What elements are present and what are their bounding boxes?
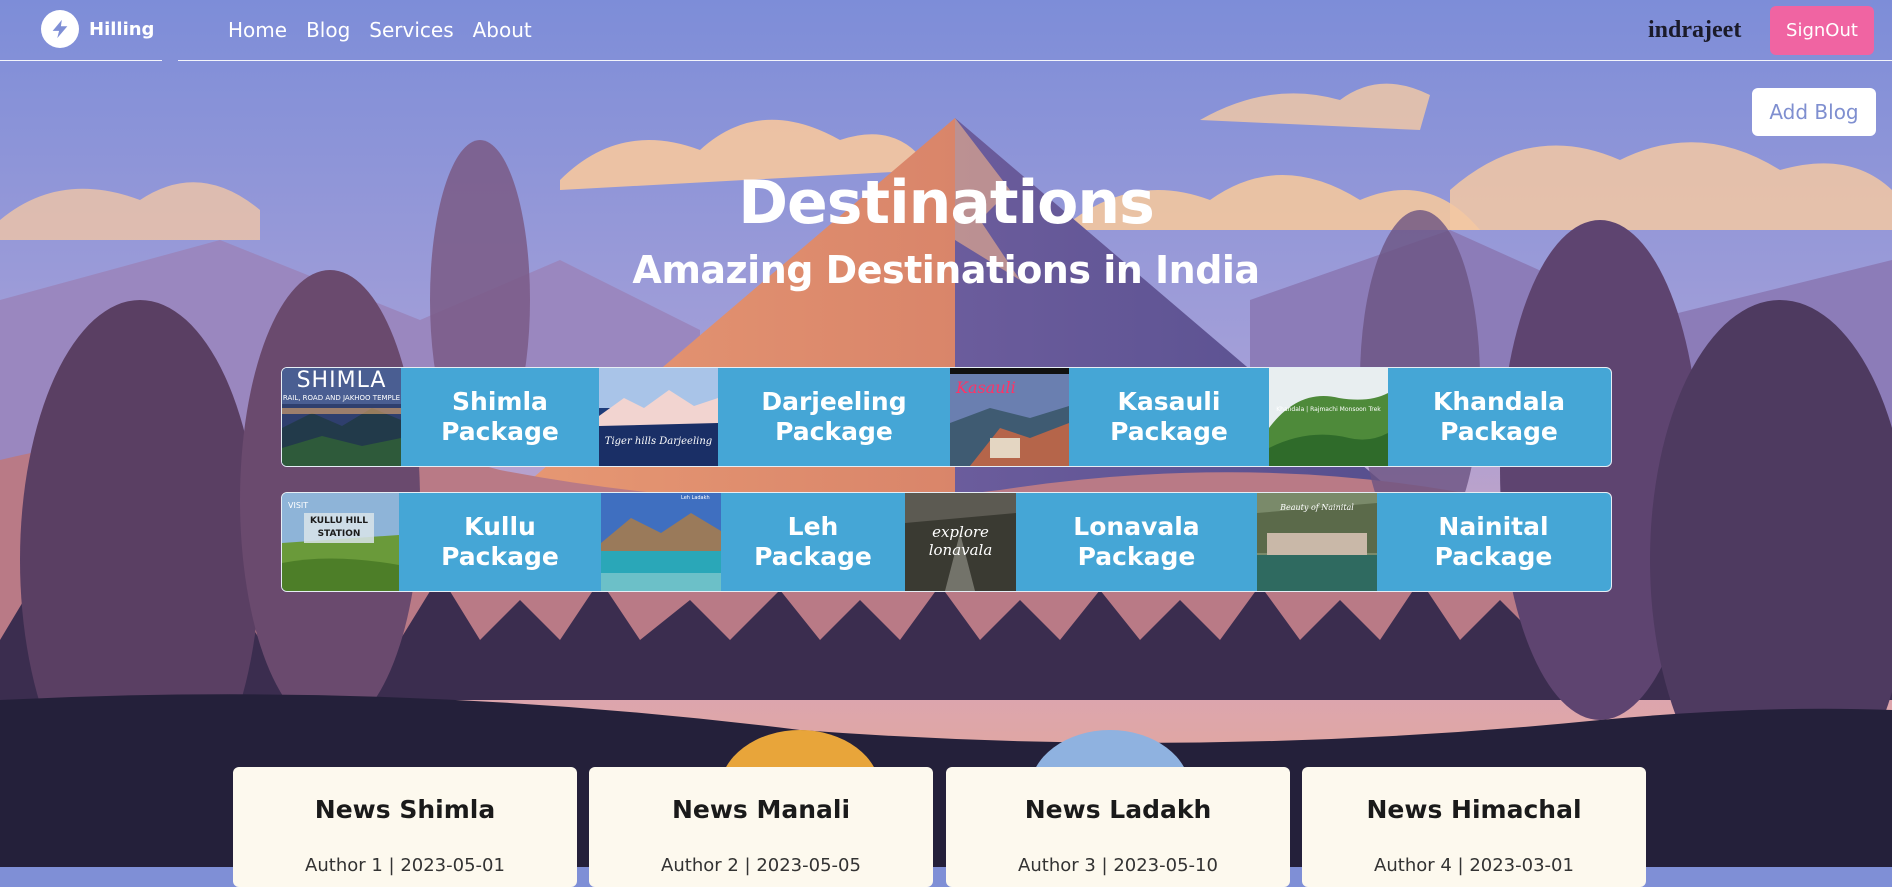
- page-title: Destinations: [738, 168, 1155, 238]
- news-card-manali[interactable]: News Manali Author 2 | 2023-05-05: [589, 767, 933, 887]
- add-blog-button[interactable]: Add Blog: [1752, 88, 1876, 136]
- package-row-2: VISIT KULLU HILL STATION Kullu Package Le…: [281, 492, 1612, 592]
- package-khandala-link[interactable]: Khandala Package: [1388, 368, 1610, 466]
- username: indrajeet: [1648, 17, 1742, 43]
- package-leh-suffix: Package: [754, 542, 872, 571]
- top-navbar: Hilling Home Blog Services About indraje…: [0, 0, 1892, 61]
- news-card-meta: Author 4 | 2023-03-01: [1374, 855, 1574, 876]
- kasauli-thumb-title: Kasauli: [956, 378, 1016, 397]
- package-darjeeling-link[interactable]: Darjeeling Package: [718, 368, 950, 466]
- package-leh-link[interactable]: Leh Package: [721, 493, 905, 591]
- package-leh-name: Leh: [787, 512, 839, 541]
- nav-link-blog[interactable]: Blog: [306, 18, 350, 42]
- bolt-logo-icon: [41, 10, 79, 48]
- nav-link-about[interactable]: About: [473, 18, 532, 42]
- package-kasauli-name: Kasauli: [1117, 387, 1221, 416]
- package-lonavala-name: Lonavala: [1073, 512, 1200, 541]
- package-kasauli-link[interactable]: Kasauli Package: [1069, 368, 1269, 466]
- darjeeling-thumbnail[interactable]: Tiger hills Darjeeling: [599, 368, 718, 466]
- package-nainital-name: Nainital: [1438, 512, 1549, 541]
- package-row-1: SHIMLA RAIL, ROAD AND JAKHOO TEMPLE Shim…: [281, 367, 1612, 467]
- news-card-title: News Manali: [671, 795, 851, 824]
- package-shimla-suffix: Package: [441, 417, 559, 446]
- news-card-himachal[interactable]: News Himachal Author 4 | 2023-03-01: [1302, 767, 1646, 887]
- news-card-title: News Shimla: [314, 795, 496, 824]
- package-shimla-link[interactable]: Shimla Package: [401, 368, 599, 466]
- shimla-thumb-title: SHIMLA: [296, 368, 387, 393]
- signout-button[interactable]: SignOut: [1770, 6, 1874, 55]
- navbar-divider-right: [178, 60, 1892, 61]
- nav-links: Home Blog Services About: [228, 18, 551, 42]
- leh-thumb-title: Leh Ladakh: [681, 495, 710, 501]
- package-lonavala-link[interactable]: Lonavala Package: [1016, 493, 1257, 591]
- news-card-title: News Ladakh: [1024, 795, 1212, 824]
- leh-thumbnail[interactable]: Leh Ladakh: [601, 493, 721, 591]
- news-card-meta: Author 1 | 2023-05-01: [305, 855, 505, 876]
- package-khandala-suffix: Package: [1440, 417, 1558, 446]
- package-khandala-name: Khandala: [1432, 387, 1566, 416]
- package-shimla-name: Shimla: [452, 387, 548, 416]
- khandala-thumbnail[interactable]: Khandala | Rajmachi Monsoon Trek: [1269, 368, 1388, 466]
- lonavala-thumbnail[interactable]: explore lonavala: [905, 493, 1016, 591]
- shimla-thumbnail[interactable]: SHIMLA RAIL, ROAD AND JAKHOO TEMPLE: [282, 368, 401, 466]
- package-kullu-link[interactable]: Kullu Package: [399, 493, 601, 591]
- package-kasauli-suffix: Package: [1110, 417, 1228, 446]
- khandala-thumb-title: Khandala | Rajmachi Monsoon Trek: [1276, 406, 1381, 413]
- lonavala-thumb-title: explore lonavala: [928, 523, 993, 559]
- brand-name: Hilling: [89, 18, 155, 40]
- kullu-thumb-title: KULLU HILL STATION: [309, 516, 369, 539]
- news-card-meta: Author 3 | 2023-05-10: [1018, 855, 1218, 876]
- nainital-thumb-title: Beauty of Nainital: [1280, 503, 1354, 512]
- page-subtitle: Amazing Destinations in India: [632, 248, 1260, 292]
- shimla-thumb-subtitle: RAIL, ROAD AND JAKHOO TEMPLE: [282, 394, 401, 402]
- navbar-divider-left: [0, 60, 162, 61]
- brand[interactable]: Hilling: [41, 10, 154, 48]
- package-kullu-name: Kullu: [464, 512, 536, 541]
- kasauli-thumbnail[interactable]: Kasauli: [950, 368, 1069, 466]
- nainital-thumbnail[interactable]: Beauty of Nainital: [1257, 493, 1377, 591]
- darjeeling-thumb-title: Tiger hills Darjeeling: [604, 436, 713, 447]
- package-nainital-suffix: Package: [1434, 542, 1553, 571]
- package-lonavala-suffix: Package: [1077, 542, 1196, 571]
- nav-link-home[interactable]: Home: [228, 18, 287, 42]
- package-kullu-suffix: Package: [441, 542, 559, 571]
- news-card-title: News Himachal: [1366, 795, 1582, 824]
- news-card-meta: Author 2 | 2023-05-05: [661, 855, 861, 876]
- kullu-thumb-visit: VISIT: [288, 501, 309, 510]
- package-nainital-link[interactable]: Nainital Package: [1377, 493, 1610, 591]
- package-darjeeling-suffix: Package: [775, 417, 893, 446]
- package-darjeeling-name: Darjeeling: [761, 387, 907, 416]
- news-card-ladakh[interactable]: News Ladakh Author 3 | 2023-05-10: [946, 767, 1290, 887]
- nav-link-services[interactable]: Services: [369, 18, 453, 42]
- news-card-shimla[interactable]: News Shimla Author 1 | 2023-05-01: [233, 767, 577, 887]
- kullu-thumbnail[interactable]: VISIT KULLU HILL STATION: [282, 493, 399, 591]
